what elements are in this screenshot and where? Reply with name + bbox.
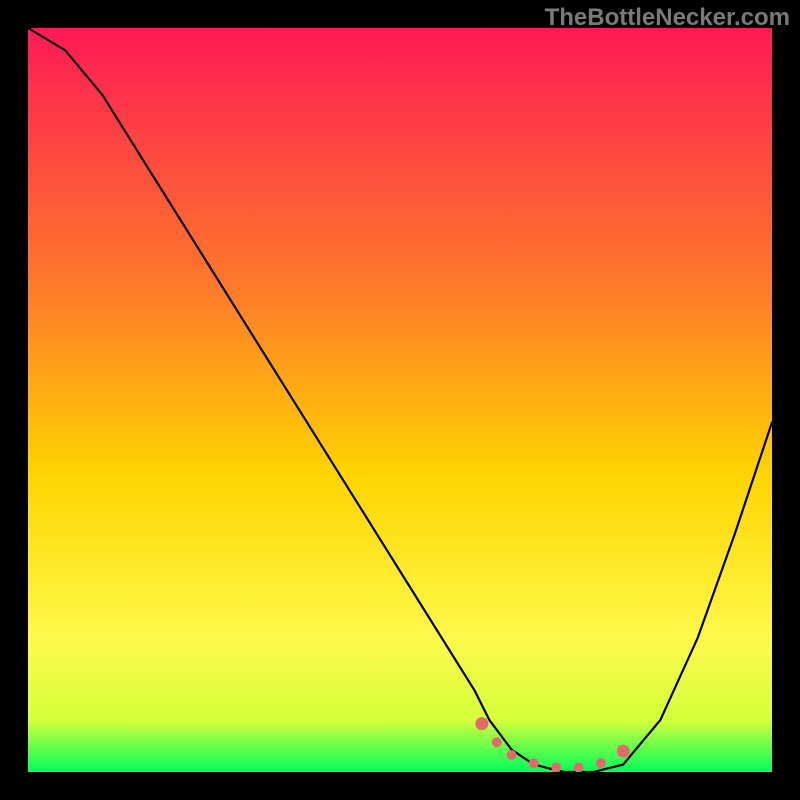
chart-container: TheBottleNecker.com xyxy=(0,0,800,800)
plot-area xyxy=(28,28,772,772)
marker-point xyxy=(574,763,584,772)
watermark-text: TheBottleNecker.com xyxy=(545,4,790,32)
marker-point xyxy=(507,750,517,760)
marker-point xyxy=(475,717,488,730)
marker-point xyxy=(596,758,606,768)
marker-point xyxy=(529,758,539,768)
marker-point xyxy=(492,737,502,747)
optimal-range-markers xyxy=(28,28,772,772)
marker-point xyxy=(551,763,561,772)
marker-point xyxy=(617,745,630,758)
